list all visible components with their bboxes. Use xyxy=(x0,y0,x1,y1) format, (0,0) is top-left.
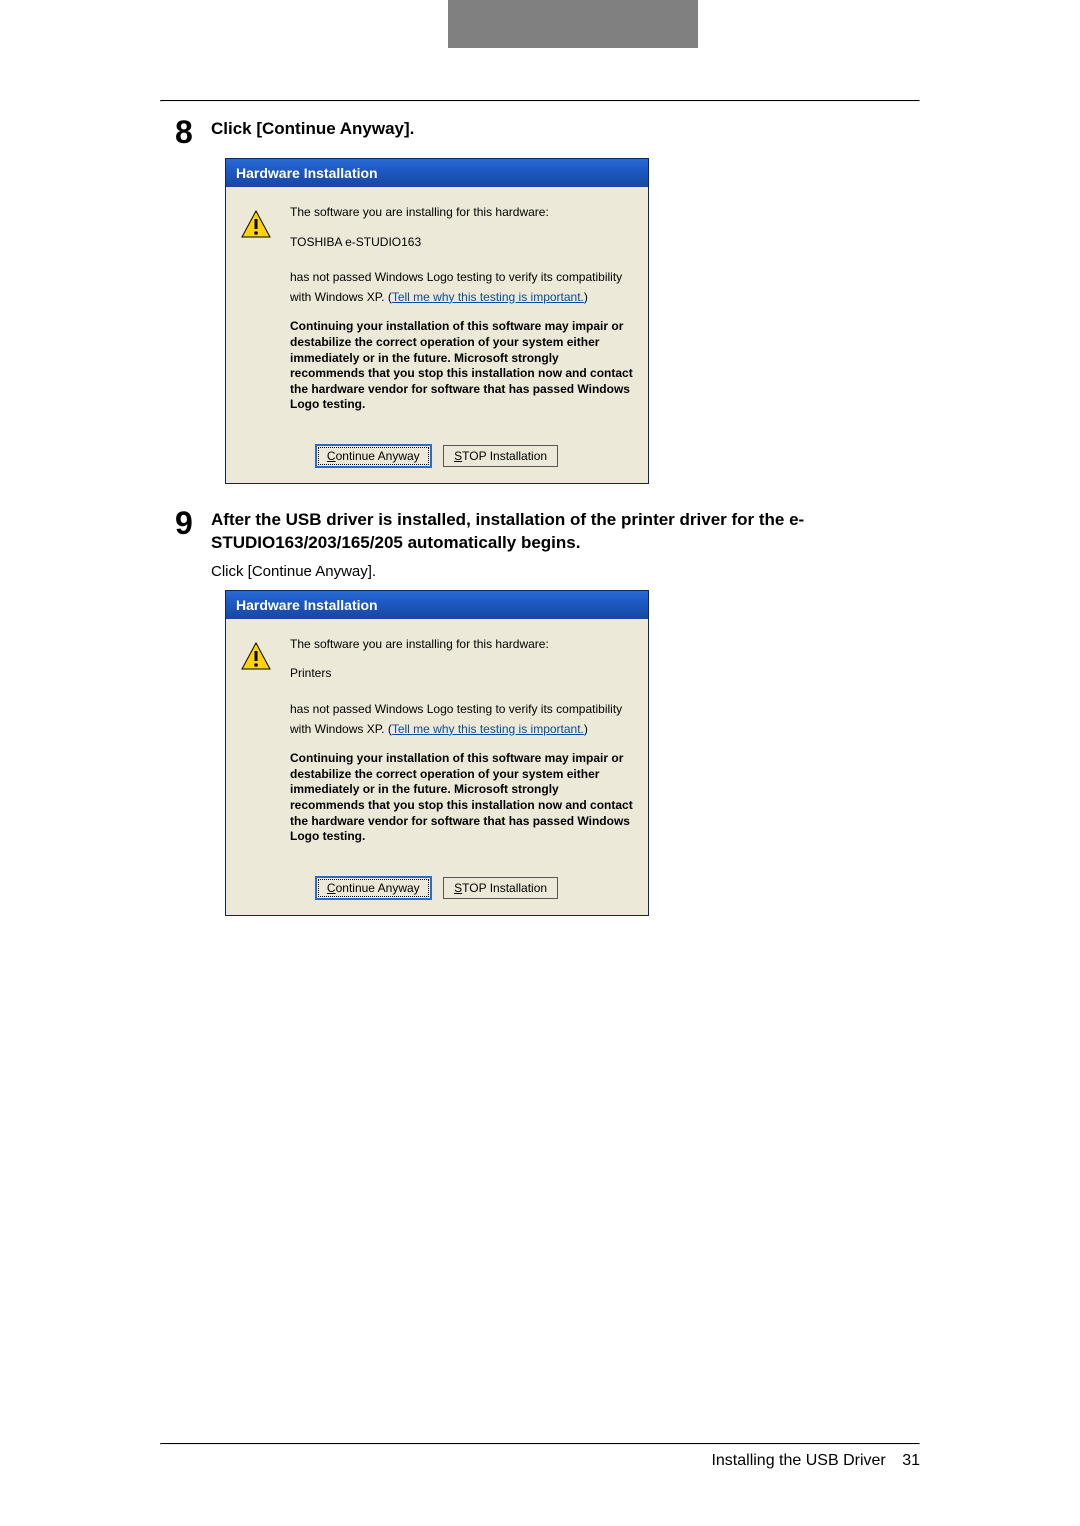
continue-anyway-button[interactable]: Continue Anyway xyxy=(316,445,431,467)
dialog-compat-line2: with Windows XP. (Tell me why this testi… xyxy=(290,722,634,738)
step-8: 8 Click [Continue Anyway]. xyxy=(175,118,920,148)
compat-suffix: ) xyxy=(584,722,588,736)
stop-installation-button[interactable]: STOP Installation xyxy=(443,445,558,467)
step-title: Click [Continue Anyway]. xyxy=(211,118,414,141)
page-content: 8 Click [Continue Anyway]. Hardware Inst… xyxy=(175,118,920,941)
hardware-installation-dialog-2: Hardware Installation The software you a… xyxy=(225,590,649,916)
compat-prefix: with Windows XP. ( xyxy=(290,290,392,304)
page-footer: Installing the USB Driver 31 xyxy=(711,1452,920,1470)
dialog-body: The software you are installing for this… xyxy=(226,619,648,859)
step-number: 9 xyxy=(175,507,211,539)
btn-label-continue: ontinue Anyway xyxy=(336,449,420,463)
dialog-compat-line2: with Windows XP. (Tell me why this testi… xyxy=(290,290,634,306)
warning-icon xyxy=(240,641,272,673)
dialog-titlebar: Hardware Installation xyxy=(226,591,648,619)
step-number: 8 xyxy=(175,116,211,148)
dialog-line1: The software you are installing for this… xyxy=(290,205,634,221)
dialog-button-row: Continue Anyway STOP Installation xyxy=(226,427,648,483)
step-title: After the USB driver is installed, insta… xyxy=(211,509,920,555)
rule-top xyxy=(160,100,920,102)
header-gray-block xyxy=(448,0,698,48)
dialog-hardware-name: TOSHIBA e-STUDIO163 xyxy=(290,235,634,251)
stop-installation-button[interactable]: STOP Installation xyxy=(443,877,558,899)
warning-icon xyxy=(240,209,272,241)
continue-anyway-button[interactable]: Continue Anyway xyxy=(316,877,431,899)
tell-me-why-link[interactable]: Tell me why this testing is important. xyxy=(392,722,584,736)
btn-label-stop: TOP Installation xyxy=(462,449,547,463)
btn-label-continue: ontinue Anyway xyxy=(336,881,420,895)
dialog-warning-text: Continuing your installation of this sof… xyxy=(290,751,634,845)
footer-text: Installing the USB Driver xyxy=(711,1452,885,1469)
dialog-compat-line1: has not passed Windows Logo testing to v… xyxy=(290,270,634,286)
hardware-installation-dialog-1: Hardware Installation The software you a… xyxy=(225,158,649,484)
dialog-body: The software you are installing for this… xyxy=(226,187,648,427)
rule-bottom xyxy=(160,1443,920,1445)
dialog-text: The software you are installing for this… xyxy=(290,205,634,417)
tell-me-why-link[interactable]: Tell me why this testing is important. xyxy=(392,290,584,304)
dialog-titlebar: Hardware Installation xyxy=(226,159,648,187)
step-9-body: Click [Continue Anyway]. xyxy=(211,563,920,580)
dialog-hardware-name: Printers xyxy=(290,666,634,682)
dialog-text: The software you are installing for this… xyxy=(290,637,634,849)
dialog-button-row: Continue Anyway STOP Installation xyxy=(226,859,648,915)
page-number: 31 xyxy=(902,1452,920,1469)
dialog-compat-line1: has not passed Windows Logo testing to v… xyxy=(290,702,634,718)
step-9: 9 After the USB driver is installed, ins… xyxy=(175,509,920,555)
btn-label-stop: TOP Installation xyxy=(462,881,547,895)
dialog-line1: The software you are installing for this… xyxy=(290,637,634,653)
compat-prefix: with Windows XP. ( xyxy=(290,722,392,736)
compat-suffix: ) xyxy=(584,290,588,304)
dialog-warning-text: Continuing your installation of this sof… xyxy=(290,319,634,413)
